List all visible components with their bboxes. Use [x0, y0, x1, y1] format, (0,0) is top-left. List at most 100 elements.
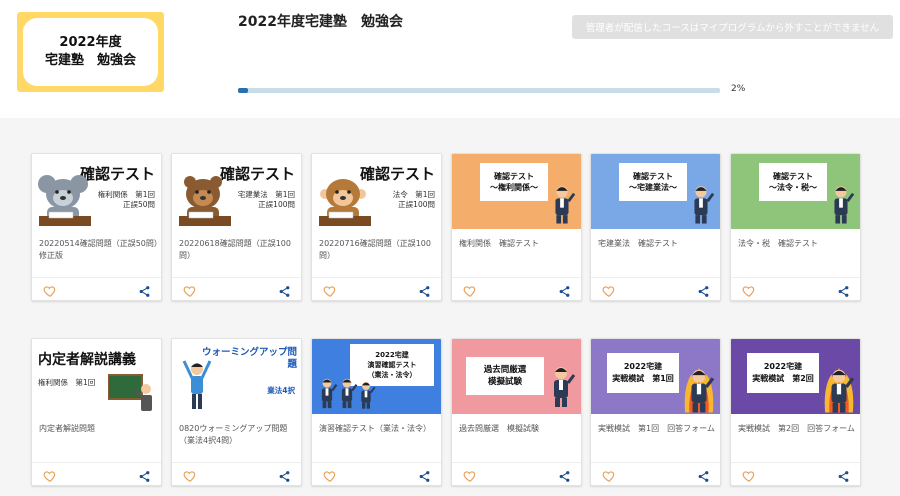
card-actions: [172, 277, 301, 300]
share-icon[interactable]: [558, 468, 571, 482]
card-description[interactable]: 内定者解説問題: [39, 423, 159, 435]
share-icon[interactable]: [697, 468, 710, 482]
card-actions: [591, 462, 720, 485]
card-description[interactable]: 0820ウォーミングアップ問題（業法4択4問）: [179, 423, 299, 447]
card-actions: [312, 462, 441, 485]
heart-icon[interactable]: [602, 283, 616, 297]
course-logo: 2022年度 宅建塾 勉強会: [17, 12, 164, 92]
heart-icon[interactable]: [183, 468, 197, 482]
course-card[interactable]: 2022宅建 演習確認テスト （業法・法令） 演習確認テスト（業法・法令）: [311, 338, 442, 486]
heart-icon[interactable]: [43, 283, 57, 297]
card-description[interactable]: 権利関係 確認テスト: [459, 238, 579, 250]
thumbnail-subtitle-line: 権利関係 第1回: [97, 190, 155, 199]
thumbnail-title-line: ～法令・税～: [769, 183, 817, 192]
person-illustration: [336, 373, 358, 414]
share-icon[interactable]: [138, 468, 151, 482]
card-description[interactable]: 20220514確認問題（正誤50問）修正版: [39, 238, 159, 262]
card-description[interactable]: 実戦模試 第1回 回答フォーム: [598, 423, 718, 435]
thumbnail-title-line: 2022宅建: [763, 362, 803, 371]
course-card[interactable]: ウォーミングアップ問題 業法4択 0820ウォーミングアップ問題（業法4択4問）: [171, 338, 302, 486]
share-icon[interactable]: [418, 468, 431, 482]
card-thumbnail[interactable]: 確認テスト 権利関係 第1回 正誤50問: [32, 154, 161, 229]
course-card[interactable]: 2022宅建 実戦模試 第2回実戦模試 第2回 回答フォーム: [730, 338, 861, 486]
card-description[interactable]: 20220716確認問題（正誤100問）: [319, 238, 439, 262]
card-description[interactable]: 演習確認テスト（業法・法令）: [319, 423, 439, 435]
course-header: 2022年度 宅建塾 勉強会 2022年度宅建塾 勉強会 管理者が配信したコース…: [0, 0, 900, 118]
card-description[interactable]: 過去問厳選 模擬試験: [459, 423, 579, 435]
thumbnail-subtitle: 業法4択: [267, 386, 295, 395]
bear-illustration: [177, 172, 235, 229]
thumbnail-title-line: ～宅建業法～: [629, 183, 677, 192]
person-illustration: [546, 361, 576, 413]
card-description[interactable]: 宅建業法 確認テスト: [598, 238, 718, 250]
card-thumbnail[interactable]: 確認テスト ～権利関係～: [452, 154, 581, 229]
blackboard-teacher-illustration: [108, 374, 152, 411]
card-actions: [32, 462, 161, 485]
card-thumbnail[interactable]: 確認テスト ～法令・税～: [731, 154, 860, 229]
koala-illustration: [37, 172, 95, 229]
heart-icon[interactable]: [742, 468, 756, 482]
thumbnail-banner: 確認テスト ～法令・税～: [759, 163, 827, 201]
heart-icon[interactable]: [183, 283, 197, 297]
remove-from-program-button[interactable]: 管理者が配信したコースはマイプログラムから外すことができません: [572, 15, 893, 39]
thumbnail-subtitle: 法令 第1回 正誤100問: [393, 190, 435, 210]
share-icon[interactable]: [837, 283, 850, 297]
thumbnail-title-line: 演習確認テスト: [367, 361, 417, 369]
course-card[interactable]: 確認テスト 法令 第1回 正誤100問 20220716確認問題（正誤100問）: [311, 153, 442, 301]
progress-bar-fill: [238, 88, 248, 93]
heart-icon[interactable]: [742, 283, 756, 297]
card-actions: [172, 462, 301, 485]
share-icon[interactable]: [697, 283, 710, 297]
course-card[interactable]: 確認テスト ～法令・税～ 法令・税 確認テスト: [730, 153, 861, 301]
share-icon[interactable]: [278, 468, 291, 482]
thumbnail-title-line: 確認テスト: [633, 172, 673, 181]
card-actions: [591, 277, 720, 300]
heart-icon[interactable]: [602, 468, 616, 482]
card-thumbnail[interactable]: 過去問厳選 模擬試験: [452, 339, 581, 414]
person-illustration: [316, 373, 338, 414]
card-actions: [731, 277, 860, 300]
card-thumbnail[interactable]: 確認テスト 法令 第1回 正誤100問: [312, 154, 441, 229]
stretching-person-illustration: [182, 360, 212, 409]
card-description[interactable]: 実戦模試 第2回 回答フォーム: [738, 423, 858, 435]
card-thumbnail[interactable]: 2022宅建 実戦模試 第2回: [731, 339, 860, 414]
course-card[interactable]: 2022宅建 実戦模試 第1回実戦模試 第1回 回答フォーム: [590, 338, 721, 486]
heart-icon[interactable]: [323, 283, 337, 297]
heart-icon[interactable]: [463, 468, 477, 482]
card-description[interactable]: 法令・税 確認テスト: [738, 238, 858, 250]
person-illustration: [827, 182, 855, 228]
share-icon[interactable]: [278, 283, 291, 297]
card-thumbnail[interactable]: 確認テスト ～宅建業法～: [591, 154, 720, 229]
card-thumbnail[interactable]: ウォーミングアップ問題 業法4択: [172, 339, 301, 414]
share-icon[interactable]: [138, 283, 151, 297]
course-card[interactable]: 確認テスト ～権利関係～ 権利関係 確認テスト: [451, 153, 582, 301]
card-thumbnail[interactable]: 2022宅建 実戦模試 第1回: [591, 339, 720, 414]
heart-icon[interactable]: [463, 283, 477, 297]
thumbnail-title-line: ～権利関係～: [490, 183, 538, 192]
thumbnail-banner: 2022宅建 実戦模試 第2回: [747, 353, 819, 393]
thumbnail-subtitle-line: 正誤50問: [122, 200, 155, 209]
share-icon[interactable]: [418, 283, 431, 297]
thumbnail-subtitle: 権利関係 第1回: [38, 378, 96, 387]
logo-line-1: 2022年度: [59, 35, 122, 50]
thumbnail-subtitle-line: 正誤100問: [398, 200, 435, 209]
course-card[interactable]: 確認テスト ～宅建業法～ 宅建業法 確認テスト: [590, 153, 721, 301]
card-thumbnail[interactable]: 2022宅建 演習確認テスト （業法・法令）: [312, 339, 441, 414]
share-icon[interactable]: [837, 468, 850, 482]
card-actions: [32, 277, 161, 300]
card-thumbnail[interactable]: 確認テスト 宅建業法 第1回 正誤100問: [172, 154, 301, 229]
course-card[interactable]: 確認テスト 宅建業法 第1回 正誤100問 20220618確認問題（正誤100問）: [171, 153, 302, 301]
card-description[interactable]: 20220618確認問題（正誤100問）: [179, 238, 299, 262]
heart-icon[interactable]: [43, 468, 57, 482]
card-actions: [731, 462, 860, 485]
thumbnail-title-line: 確認テスト: [773, 172, 813, 181]
course-card[interactable]: 確認テスト 権利関係 第1回 正誤50問 20220514確認問題（正誤50問）修正版: [31, 153, 162, 301]
card-thumbnail[interactable]: 内定者解説講義 権利関係 第1回: [32, 339, 161, 414]
card-actions: [312, 277, 441, 300]
course-card[interactable]: 過去問厳選 模擬試験過去問厳選 模擬試験: [451, 338, 582, 486]
thumbnail-title-line: 模擬試験: [487, 377, 522, 387]
share-icon[interactable]: [558, 283, 571, 297]
course-card[interactable]: 内定者解説講義 権利関係 第1回内定者解説問題: [31, 338, 162, 486]
thumbnail-subtitle-line: 宅建業法 第1回: [237, 190, 295, 199]
heart-icon[interactable]: [323, 468, 337, 482]
